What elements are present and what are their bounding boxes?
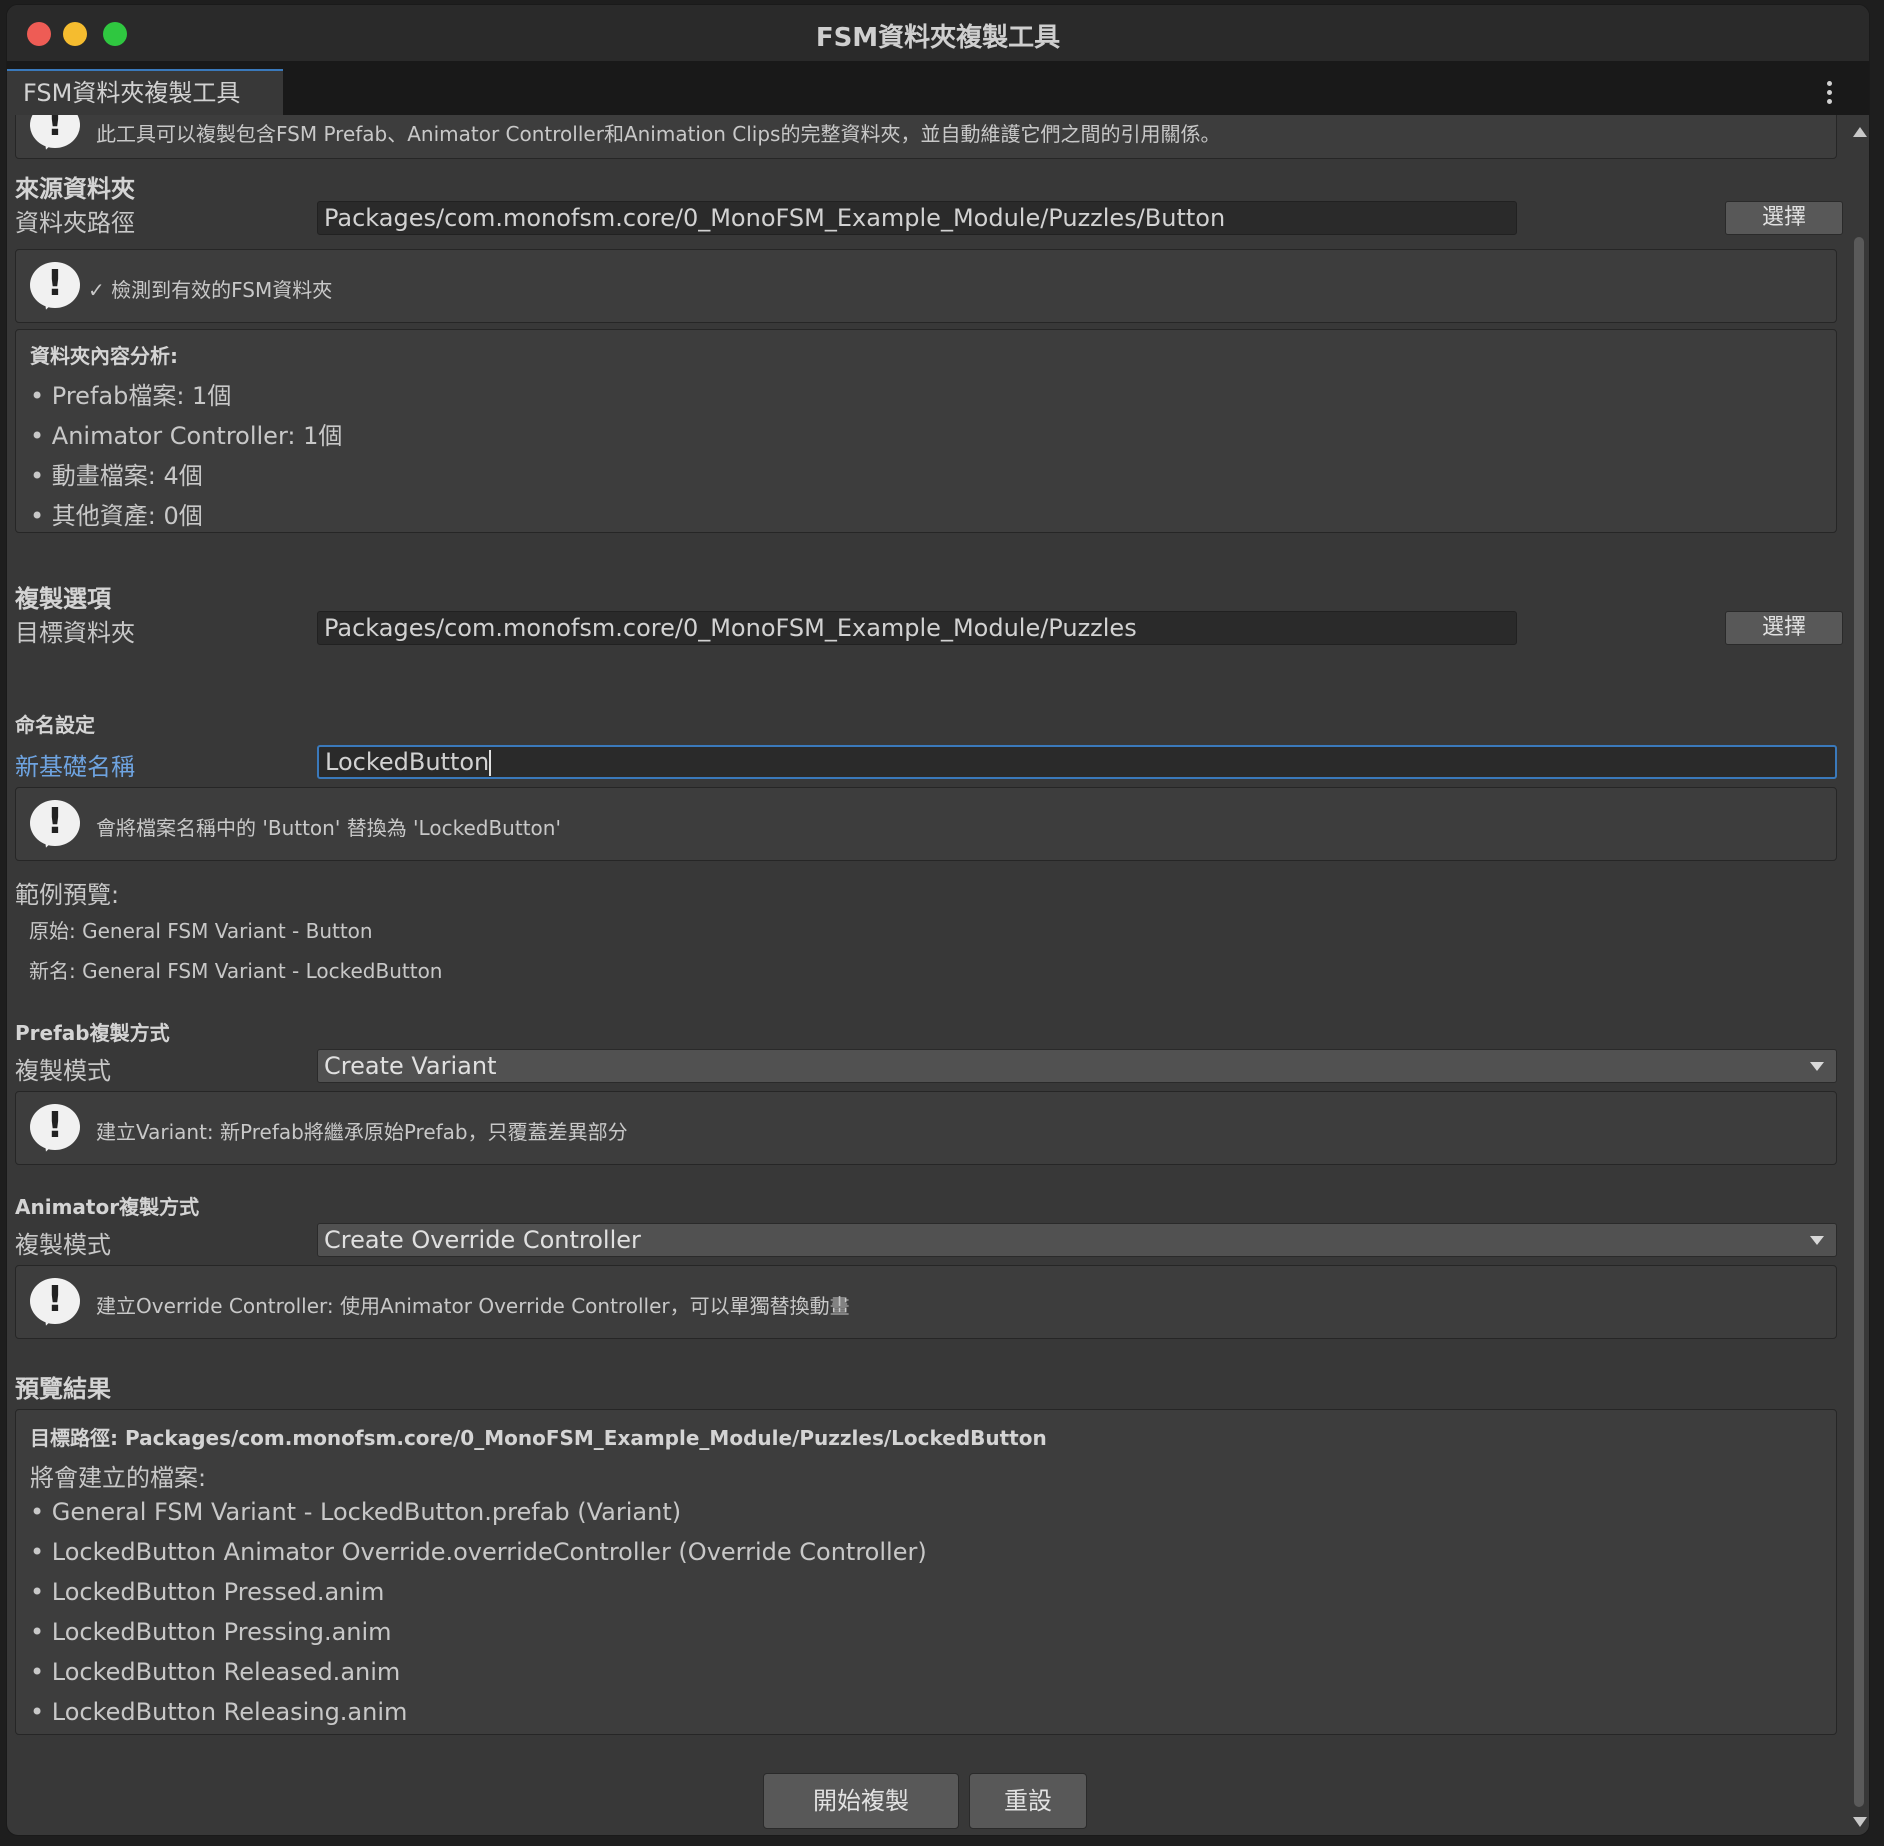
new-name-label: 新基礎名稱: [15, 753, 135, 781]
prefab-copy-title: Prefab複製方式: [15, 1021, 170, 1045]
analysis-item: • Prefab檔案: 1個: [30, 382, 232, 410]
analysis-item: • 其他資產: 0個: [30, 502, 203, 530]
kebab-menu-icon[interactable]: [1827, 81, 1833, 108]
preview-file-item: • LockedButton Released.anim: [30, 1658, 401, 1686]
animator-copy-title: Animator複製方式: [15, 1195, 200, 1219]
example-renamed: 新名: General FSM Variant - LockedButton: [29, 959, 443, 983]
window-title: FSM資料夾複製工具: [815, 23, 1061, 53]
preview-result-box: 目標路徑: Packages/com.monofsm.core/0_MonoFS…: [15, 1409, 1837, 1735]
scroll-thumb[interactable]: [1854, 237, 1864, 1807]
text-caret: [489, 750, 492, 776]
help-bubble-icon: !: [30, 115, 82, 152]
check-icon: ✓: [88, 278, 105, 302]
folder-analysis-box: 資料夾內容分析: • Prefab檔案: 1個 • Animator Contr…: [15, 329, 1837, 533]
title-bar: FSM資料夾複製工具: [7, 5, 1869, 61]
intro-help-box: ! 此工具可以複製包含FSM Prefab、Animator Controlle…: [15, 115, 1837, 159]
help-bubble-icon: !: [30, 262, 82, 312]
intro-text: 此工具可以複製包含FSM Prefab、Animator Controller和…: [96, 122, 1221, 146]
scroll-down-icon[interactable]: [1853, 1817, 1867, 1827]
source-path-label: 資料夾路徑: [15, 209, 135, 237]
help-bubble-icon: !: [30, 800, 82, 850]
animator-hint: 建立Override Controller: 使用Animator Overri…: [96, 1294, 850, 1318]
dropdown-arrow-icon: [1810, 1062, 1824, 1071]
preview-target-path: 目標路徑: Packages/com.monofsm.core/0_MonoFS…: [30, 1426, 1047, 1450]
source-section-title: 來源資料夾: [15, 175, 135, 203]
naming-title: 命名設定: [15, 713, 95, 737]
example-preview-title: 範例預覽:: [15, 881, 120, 909]
prefab-mode-label: 複製模式: [15, 1057, 111, 1085]
preview-file-item: • LockedButton Releasing.anim: [30, 1698, 408, 1726]
analysis-item: • 動畫檔案: 4個: [30, 462, 203, 490]
target-folder-label: 目標資料夾: [15, 619, 135, 647]
source-valid-message: 檢測到有效的FSM資料夾: [111, 278, 333, 302]
animator-help-box: ! 建立Override Controller: 使用Animator Over…: [15, 1265, 1837, 1339]
prefab-help-box: ! 建立Variant: 新Prefab將繼承原始Prefab，只覆蓋差異部分: [15, 1091, 1837, 1165]
preview-file-item: • LockedButton Pressed.anim: [30, 1578, 385, 1606]
preview-file-item: • General FSM Variant - LockedButton.pre…: [30, 1498, 682, 1526]
tab-fsm-folder-copy-tool[interactable]: FSM資料夾複製工具: [7, 69, 283, 115]
copy-options-title: 複製選項: [15, 585, 111, 613]
reset-button[interactable]: 重設: [969, 1773, 1087, 1829]
preview-section-title: 預覽結果: [15, 1375, 111, 1403]
animator-mode-dropdown[interactable]: Create Override Controller: [317, 1223, 1837, 1257]
help-bubble-icon: !: [30, 1278, 82, 1328]
scroll-up-icon[interactable]: [1853, 127, 1867, 137]
source-select-button[interactable]: 選擇: [1725, 201, 1843, 235]
prefab-hint: 建立Variant: 新Prefab將繼承原始Prefab，只覆蓋差異部分: [96, 1120, 628, 1144]
tab-bar: FSM資料夾複製工具: [7, 61, 1869, 115]
preview-files-title: 將會建立的檔案:: [30, 1464, 207, 1492]
naming-help-box: ! 會將檔案名稱中的 'Button' 替換為 'LockedButton': [15, 787, 1837, 861]
source-valid-help-box: ! ✓ 檢測到有效的FSM資料夾: [15, 249, 1837, 323]
vertical-scrollbar[interactable]: [1849, 115, 1869, 1835]
editor-window: FSM資料夾複製工具 FSM資料夾複製工具 ! 此工具可以複製包含FSM Pre…: [6, 4, 1870, 1836]
dropdown-arrow-icon: [1810, 1236, 1824, 1245]
help-bubble-icon: !: [30, 1104, 82, 1154]
new-name-value: LockedButton: [325, 748, 490, 776]
analysis-item: • Animator Controller: 1個: [30, 422, 343, 450]
start-copy-button[interactable]: 開始複製: [763, 1773, 959, 1829]
prefab-mode-value: Create Variant: [324, 1052, 497, 1080]
animator-mode-value: Create Override Controller: [324, 1226, 641, 1254]
prefab-mode-dropdown[interactable]: Create Variant: [317, 1049, 1837, 1083]
example-original: 原始: General FSM Variant - Button: [29, 919, 373, 943]
animator-mode-label: 複製模式: [15, 1231, 111, 1259]
main-content: ! 此工具可以複製包含FSM Prefab、Animator Controlle…: [7, 115, 1847, 1835]
source-path-field[interactable]: Packages/com.monofsm.core/0_MonoFSM_Exam…: [317, 201, 1517, 235]
target-select-button[interactable]: 選擇: [1725, 611, 1843, 645]
preview-file-item: • LockedButton Animator Override.overrid…: [30, 1538, 927, 1566]
new-name-input[interactable]: LockedButton: [317, 745, 1837, 779]
target-folder-field[interactable]: Packages/com.monofsm.core/0_MonoFSM_Exam…: [317, 611, 1517, 645]
naming-hint: 會將檔案名稱中的 'Button' 替換為 'LockedButton': [96, 816, 561, 840]
preview-file-item: • LockedButton Pressing.anim: [30, 1618, 392, 1646]
analysis-title: 資料夾內容分析:: [30, 344, 178, 368]
